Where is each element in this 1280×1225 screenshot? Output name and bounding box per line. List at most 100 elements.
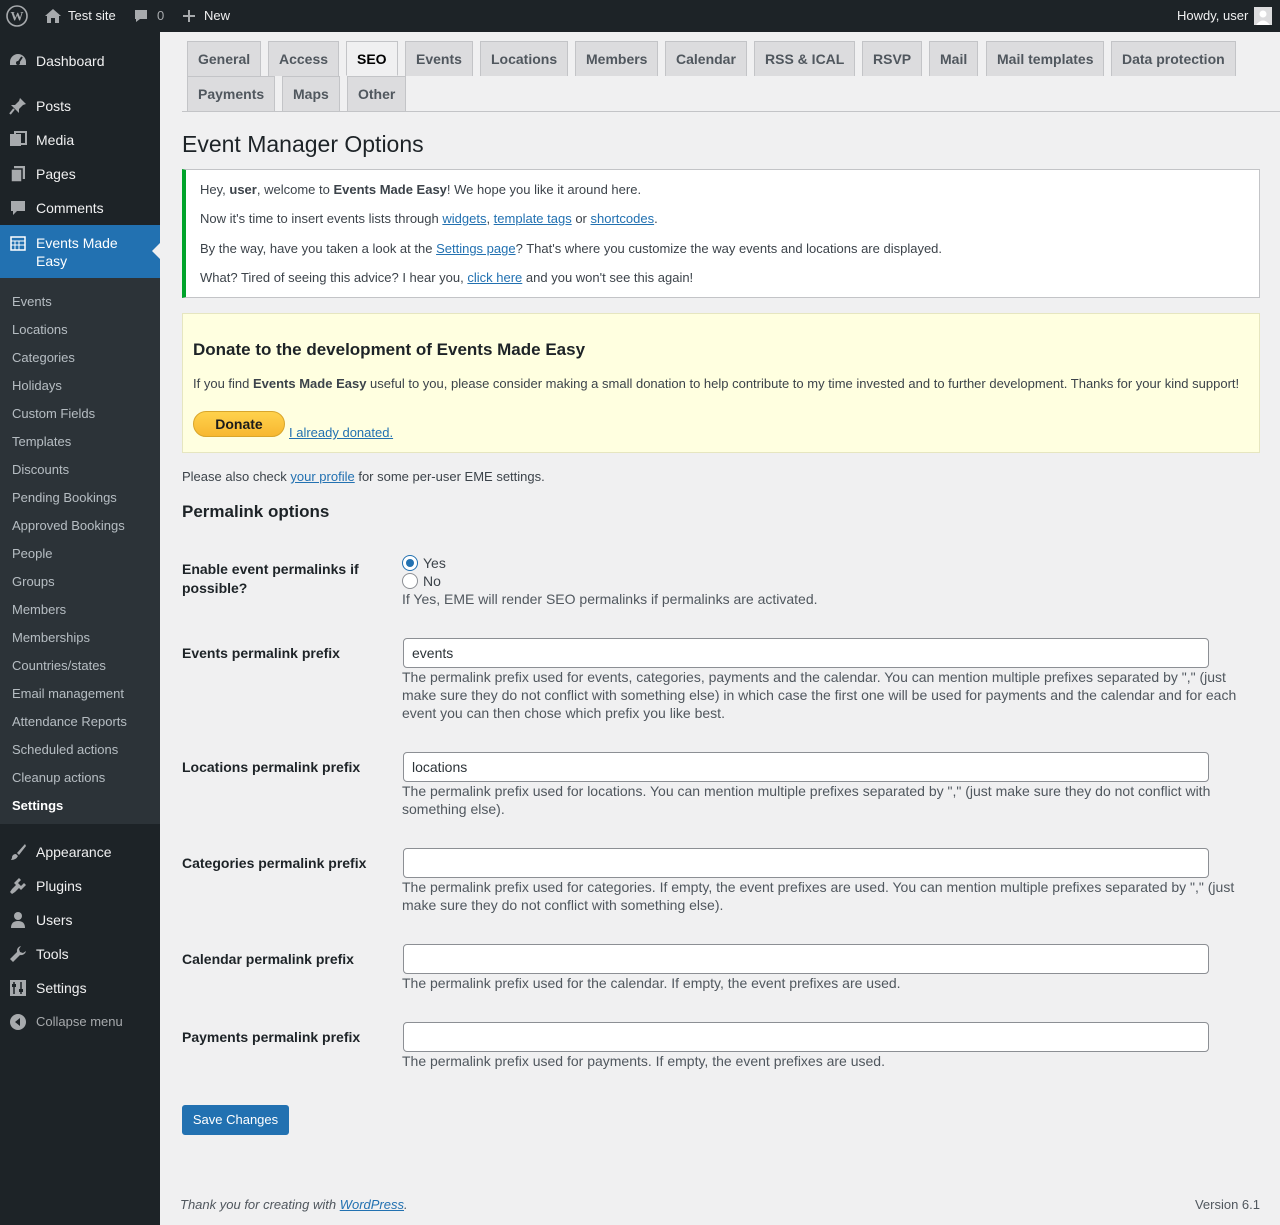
admin-bar: W Test site 0 New Howdy, user: [0, 0, 1280, 32]
notice-line-3: By the way, have you taken a look at the…: [200, 241, 943, 256]
comments-link[interactable]: 0: [133, 0, 164, 32]
tab-access[interactable]: Access: [268, 41, 340, 76]
menu-comments[interactable]: Comments: [0, 194, 160, 222]
submenu-item[interactable]: Countries/states: [12, 652, 106, 680]
submenu-item[interactable]: Groups: [12, 568, 55, 596]
tab-mail-templates[interactable]: Mail templates: [986, 41, 1105, 76]
tab-members[interactable]: Members: [575, 41, 659, 76]
submenu-item[interactable]: Categories: [12, 344, 75, 372]
tab-general[interactable]: General: [187, 41, 262, 76]
dismiss-notice-link[interactable]: click here: [467, 270, 522, 285]
categories-prefix-label: Categories permalink prefix: [182, 855, 367, 871]
settings-icon: [0, 979, 36, 997]
donate-title: Donate to the development of Events Made…: [193, 340, 586, 359]
admin-sidebar: Dashboard Posts Media Pages Comments Eve…: [0, 32, 160, 1225]
submenu-item[interactable]: Approved Bookings: [12, 512, 125, 540]
submenu-item[interactable]: Discounts: [12, 456, 69, 484]
donate-box: Donate to the development of Events Made…: [182, 313, 1260, 453]
tab-other[interactable]: Other: [347, 76, 407, 111]
paypal-donate-button[interactable]: Donate: [193, 411, 285, 437]
menu-label: Plugins: [36, 878, 82, 894]
your-profile-link[interactable]: your profile: [290, 469, 354, 484]
submenu-item[interactable]: Holidays: [12, 372, 62, 400]
menu-events-made-easy[interactable]: Events Made Easy: [0, 225, 160, 278]
permalinks-yes-radio[interactable]: [402, 555, 418, 571]
events-prefix-label: Events permalink prefix: [182, 645, 340, 661]
submenu-item[interactable]: Locations: [12, 316, 68, 344]
submenu-item[interactable]: People: [12, 540, 52, 568]
donate-text: If you find Events Made Easy useful to y…: [193, 376, 1240, 391]
submenu-item[interactable]: Settings: [12, 792, 63, 820]
submenu-item[interactable]: Attendance Reports: [12, 708, 127, 736]
submenu-item[interactable]: Custom Fields: [12, 400, 95, 428]
dashboard-icon: [0, 52, 36, 70]
menu-appearance[interactable]: Appearance: [0, 838, 160, 866]
calendar-prefix-input[interactable]: [403, 944, 1209, 974]
submenu-item[interactable]: Pending Bookings: [12, 484, 117, 512]
shortcodes-link[interactable]: shortcodes: [591, 211, 655, 226]
tab-maps[interactable]: Maps: [282, 76, 340, 111]
locations-prefix-label: Locations permalink prefix: [182, 759, 361, 775]
tab-rss-ical[interactable]: RSS & ICAL: [754, 41, 856, 76]
locations-prefix-input[interactable]: [403, 752, 1209, 782]
permalinks-no-label[interactable]: No: [423, 573, 441, 589]
events-submenu: Events Locations Categories Holidays Custom …: [0, 278, 160, 824]
submenu-item[interactable]: Cleanup actions: [12, 764, 105, 792]
user-icon: [0, 911, 36, 929]
my-account-link[interactable]: Howdy, user: [1177, 0, 1273, 32]
submenu-item[interactable]: Members: [12, 596, 66, 624]
submenu-item[interactable]: Email management: [12, 680, 124, 708]
submenu-item[interactable]: Events: [12, 288, 52, 316]
tab-events[interactable]: Events: [405, 41, 473, 76]
template-tags-link[interactable]: template tags: [494, 211, 572, 226]
tab-calendar[interactable]: Calendar: [665, 41, 747, 76]
page-title: Event Manager Options: [182, 131, 424, 157]
menu-settings[interactable]: Settings: [0, 974, 160, 1002]
tab-locations[interactable]: Locations: [480, 41, 569, 76]
tab-data-protection[interactable]: Data protection: [1111, 41, 1236, 76]
site-name-link[interactable]: Test site: [44, 0, 116, 32]
site-name: Test site: [68, 8, 116, 23]
comment-icon: [0, 199, 36, 217]
wordpress-logo-icon[interactable]: W: [6, 0, 28, 32]
calendar-icon: [0, 225, 36, 251]
widgets-link[interactable]: widgets: [442, 211, 486, 226]
menu-label: Events Made Easy: [36, 234, 118, 269]
settings-page-link[interactable]: Settings page: [436, 241, 516, 256]
save-changes-button[interactable]: Save Changes: [182, 1105, 289, 1135]
tab-seo[interactable]: SEO: [346, 41, 398, 76]
submenu-item[interactable]: Scheduled actions: [12, 736, 118, 764]
menu-media[interactable]: Media: [0, 126, 160, 154]
permalinks-yes-label[interactable]: Yes: [423, 555, 446, 571]
new-content-link[interactable]: New: [182, 0, 230, 32]
enable-permalinks-label: Enable event permalinks if possible?: [182, 561, 359, 596]
menu-posts[interactable]: Posts: [0, 92, 160, 120]
categories-prefix-input[interactable]: [403, 848, 1209, 878]
collapse-menu-button[interactable]: Collapse menu: [0, 1008, 160, 1036]
notice-line-2: Now it's time to insert events lists thr…: [200, 211, 658, 226]
already-donated-link[interactable]: I already donated.: [289, 425, 393, 440]
tab-payments[interactable]: Payments: [187, 76, 276, 111]
tab-rsvp[interactable]: RSVP: [862, 41, 923, 76]
calendar-prefix-label: Calendar permalink prefix: [182, 951, 354, 967]
menu-label: Users: [36, 912, 73, 928]
enable-permalinks-desc: If Yes, EME will render SEO permalinks i…: [402, 591, 818, 607]
wordpress-link[interactable]: WordPress: [340, 1197, 404, 1212]
media-icon: [0, 131, 36, 149]
permalinks-no-radio[interactable]: [402, 573, 418, 589]
menu-pages[interactable]: Pages: [0, 160, 160, 188]
submenu-item[interactable]: Memberships: [12, 624, 90, 652]
menu-dashboard[interactable]: Dashboard: [0, 47, 160, 75]
payments-prefix-input[interactable]: [403, 1022, 1209, 1052]
tab-mail[interactable]: Mail: [929, 41, 979, 76]
events-prefix-input[interactable]: [403, 638, 1209, 668]
pages-icon: [0, 165, 36, 183]
menu-users[interactable]: Users: [0, 906, 160, 934]
menu-plugins[interactable]: Plugins: [0, 872, 160, 900]
comments-count: 0: [157, 8, 165, 23]
events-prefix-desc: The permalink prefix used for events, ca…: [402, 669, 1237, 721]
payments-prefix-desc: The permalink prefix used for payments. …: [402, 1053, 885, 1069]
menu-tools[interactable]: Tools: [0, 940, 160, 968]
collapse-arrow-icon: [0, 1013, 36, 1031]
submenu-item[interactable]: Templates: [12, 428, 71, 456]
